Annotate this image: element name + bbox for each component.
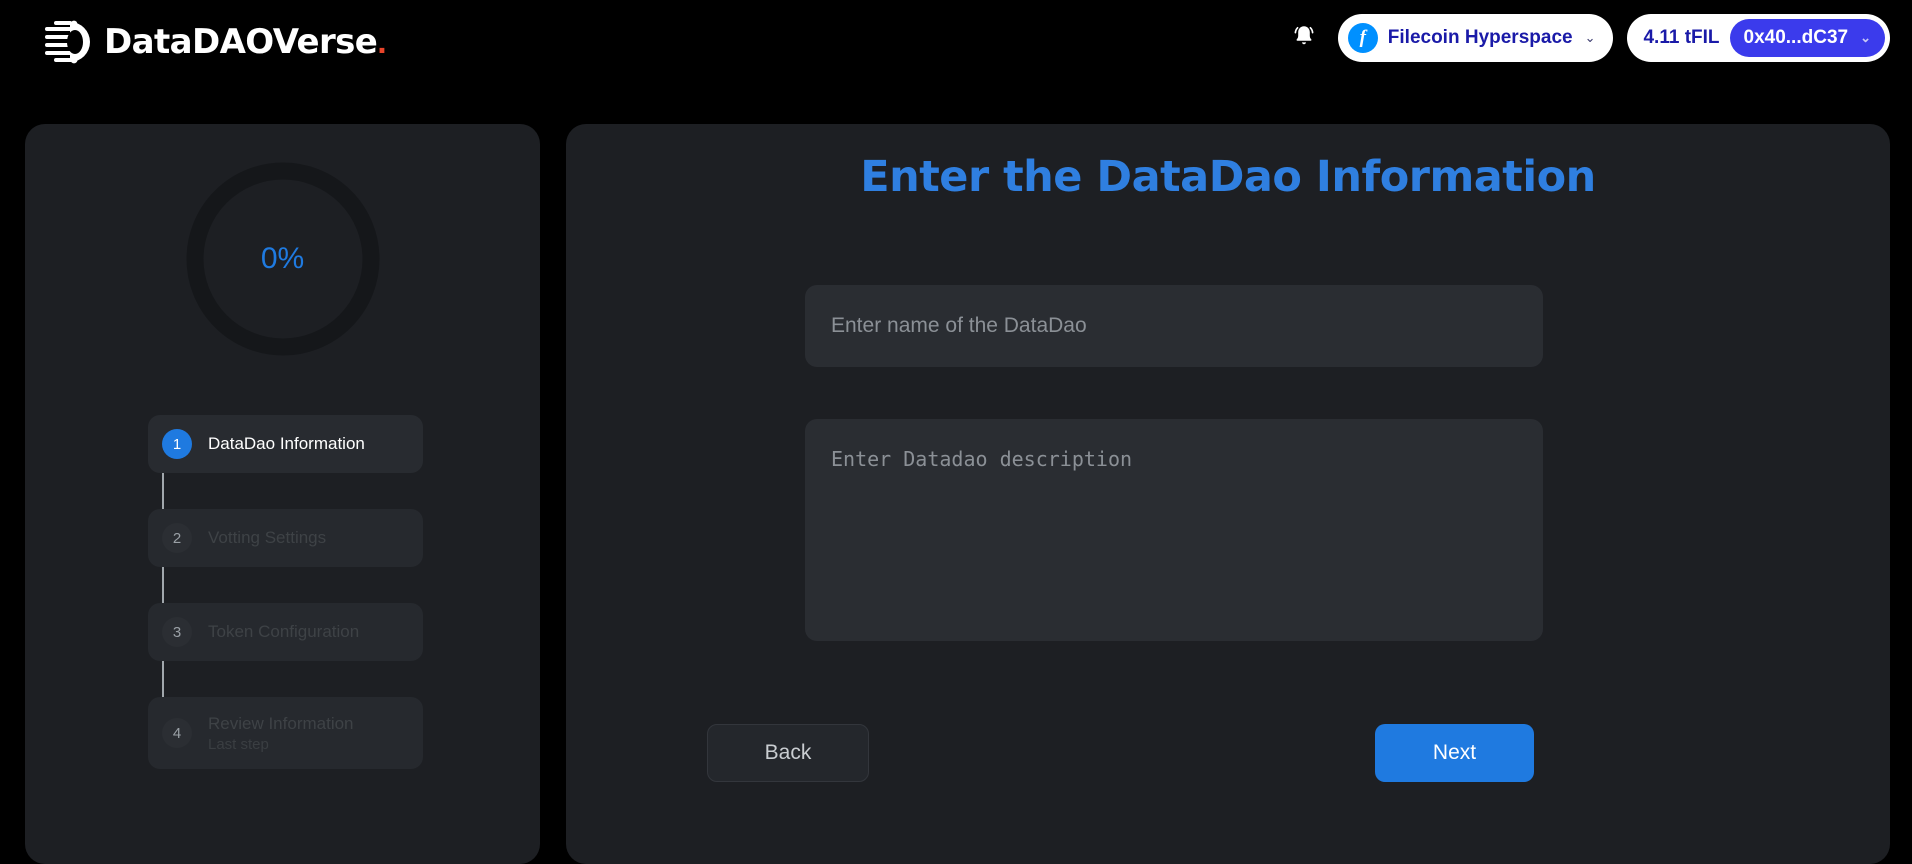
- step-label: DataDao Information: [208, 434, 365, 453]
- filecoin-glyph: f: [1359, 27, 1366, 48]
- back-button[interactable]: Back: [707, 724, 869, 782]
- wizard-main-panel: Enter the DataDao Information Back Next: [566, 124, 1890, 864]
- step-number-badge: 2: [162, 523, 192, 553]
- chevron-down-icon: ⌄: [1860, 30, 1871, 45]
- wizard-sidebar-panel: 0% 1 DataDao Information 2 Votting Setti…: [25, 124, 540, 864]
- progress-percent: 0%: [260, 242, 305, 275]
- progress-ring: 0%: [181, 157, 385, 361]
- network-selector[interactable]: f Filecoin Hyperspace ⌄: [1337, 14, 1614, 62]
- step-label: Review Information: [208, 713, 354, 733]
- step-texts: Votting Settings: [208, 528, 326, 548]
- notifications-button[interactable]: [1284, 18, 1324, 58]
- page-title: Enter the DataDao Information: [860, 152, 1596, 202]
- step-label: Votting Settings: [208, 528, 327, 547]
- step-number-badge: 4: [162, 718, 192, 748]
- sidebar-step-token-configuration[interactable]: 3 Token Configuration: [148, 603, 423, 661]
- brand-logo[interactable]: DataDAOVerse .: [44, 14, 387, 70]
- step-connector: [162, 661, 164, 697]
- sidebar-step-votting-settings[interactable]: 2 Votting Settings: [148, 509, 423, 567]
- network-label: Filecoin Hyperspace: [1387, 27, 1573, 48]
- sidebar-step-datadao-information[interactable]: 1 DataDao Information: [148, 415, 423, 473]
- next-button[interactable]: Next: [1375, 724, 1534, 782]
- wallet-address-pill[interactable]: 0x40...dC37 ⌄: [1729, 19, 1885, 57]
- wallet-address: 0x40...dC37: [1743, 27, 1849, 48]
- filecoin-icon: f: [1347, 23, 1378, 53]
- step-texts: DataDao Information: [208, 434, 365, 454]
- top-bar-actions: f Filecoin Hyperspace ⌄ 4.11 tFIL 0x40..…: [1284, 12, 1890, 64]
- bell-icon: [1291, 23, 1317, 54]
- step-connector: [162, 473, 164, 509]
- step-number-badge: 1: [162, 429, 192, 459]
- chevron-down-icon: ⌄: [1584, 30, 1596, 45]
- step-texts: Review Information Last step: [208, 714, 354, 753]
- wallet-balance: 4.11 tFIL: [1643, 27, 1720, 48]
- step-number-badge: 3: [162, 617, 192, 647]
- page-body: 0% 1 DataDao Information 2 Votting Setti…: [0, 84, 1912, 864]
- datadao-description-input[interactable]: [805, 419, 1543, 641]
- wizard-stepper: 1 DataDao Information 2 Votting Settings…: [148, 415, 423, 769]
- step-connector: [162, 567, 164, 603]
- step-label: Token Configuration: [208, 622, 360, 641]
- datadao-name-input[interactable]: [805, 285, 1543, 367]
- wallet-button[interactable]: 4.11 tFIL 0x40...dC37 ⌄: [1627, 14, 1890, 62]
- brand-name: DataDAOVerse: [104, 22, 378, 62]
- top-bar: DataDAOVerse . f Filecoin Hyperspace ⌄ 4…: [0, 0, 1912, 84]
- datadaoverse-circuit-d-icon: [44, 19, 102, 65]
- step-sublabel: Last step: [208, 735, 269, 753]
- sidebar-step-review-information[interactable]: 4 Review Information Last step: [148, 697, 423, 769]
- brand-dot: .: [377, 22, 387, 61]
- step-texts: Token Configuration: [208, 622, 359, 642]
